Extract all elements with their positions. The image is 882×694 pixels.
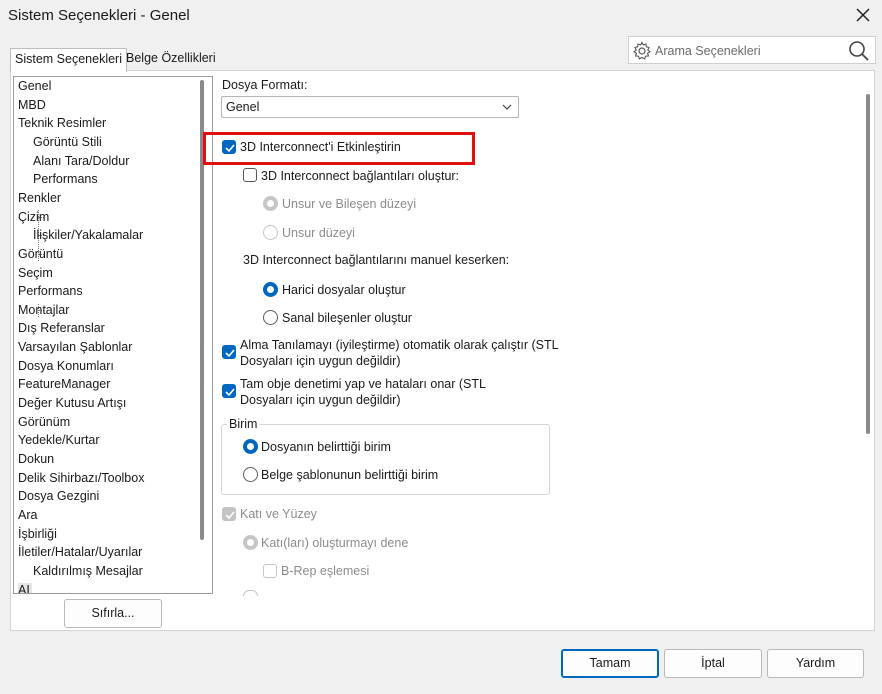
tree-item[interactable]: İletiler/Hatalar/Uyarılar <box>18 545 142 559</box>
try-solid-label: Katı(ları) oluşturmayı dene <box>261 536 409 550</box>
tree-item[interactable]: Görüntü Stili <box>33 135 102 149</box>
options-tree[interactable]: Genel MBD Teknik Resimler Görüntü Stili Alan… <box>13 76 213 594</box>
tree-item[interactable]: Seçim <box>18 266 53 280</box>
tree-item[interactable]: Kaldırılmış Mesajlar <box>33 564 143 578</box>
manual-break-label: 3D Interconnect bağlantılarını manuel ke… <box>243 253 510 267</box>
tree-item[interactable]: Görüntü <box>18 247 63 261</box>
window-title: Sistem Seçenekleri - Genel <box>8 7 190 24</box>
unit-group <box>221 424 550 495</box>
auto-heal-label-line2[interactable]: Dosyaları için uygun değildir) <box>240 354 401 368</box>
tree-item[interactable]: FeatureManager <box>18 377 110 391</box>
options-scrollbar[interactable] <box>866 94 870 434</box>
help-button[interactable]: Yardım <box>767 649 864 678</box>
external-files-label[interactable]: Harici dosyalar oluştur <box>282 283 406 297</box>
tree-item[interactable]: Renkler <box>18 191 61 205</box>
tree-item[interactable]: Genel <box>18 79 51 93</box>
unit-template-label[interactable]: Belge şablonunun belirttiği birim <box>261 468 438 482</box>
tree-item[interactable]: Teknik Resimler <box>18 116 106 130</box>
tab-document-properties[interactable]: Belge Özellikleri <box>122 48 220 70</box>
solid-surface-checkbox[interactable] <box>222 507 236 521</box>
gear-icon[interactable] <box>632 41 651 60</box>
tree-item[interactable]: Görünüm <box>18 415 70 429</box>
try-solid-radio[interactable] <box>243 535 258 550</box>
create-links-label[interactable]: 3D Interconnect bağlantıları oluştur: <box>261 169 459 183</box>
tree-item[interactable]: Performans <box>33 172 98 186</box>
tree-item[interactable]: Delik Sihirbazı/Toolbox <box>18 471 144 485</box>
virtual-components-radio[interactable] <box>263 310 278 325</box>
tree-item[interactable]: Alanı Tara/Doldur <box>33 154 129 168</box>
tree-item[interactable]: İlişkiler/Yakalamalar <box>33 228 143 242</box>
solid-surface-label: Katı ve Yüzey <box>240 507 317 521</box>
auto-heal-label-line1[interactable]: Alma Tanılamayı (iyileştirme) otomatik o… <box>240 338 559 352</box>
tree-item[interactable]: Çizim <box>18 210 49 224</box>
tree-item[interactable]: İşbirliği <box>18 527 57 541</box>
file-format-value: Genel <box>226 100 260 114</box>
cancel-button[interactable]: İptal <box>664 649 762 678</box>
tree-item[interactable]: Dosya Konumları <box>18 359 114 373</box>
full-check-label-line1[interactable]: Tam obje denetimi yap ve hataları onar (… <box>240 377 486 391</box>
tree-item[interactable]: Yedekle/Kurtar <box>18 433 100 447</box>
unit-file-label[interactable]: Dosyanın belirttiği birim <box>261 440 391 454</box>
file-format-label: Dosya Formatı: <box>222 78 308 92</box>
unsur-level-label: Unsur düzeyi <box>282 226 355 240</box>
tree-item[interactable]: Değer Kutusu Artışı <box>18 396 126 410</box>
feature-level-radio[interactable] <box>263 196 278 211</box>
unsur-level-radio[interactable] <box>263 225 278 240</box>
brep-label: B-Rep eşlemesi <box>281 564 370 578</box>
search-input[interactable]: Arama Seçenekleri <box>628 36 876 64</box>
tree-item[interactable]: Varsayılan Şablonlar <box>18 340 132 354</box>
external-files-radio[interactable] <box>263 282 278 297</box>
file-format-select[interactable]: Genel <box>221 96 519 118</box>
create-links-checkbox[interactable] <box>243 168 257 182</box>
tree-item[interactable]: Dosya Gezgini <box>18 489 99 503</box>
unit-template-radio[interactable] <box>243 467 258 482</box>
clipped-radio <box>243 590 258 596</box>
full-check-checkbox[interactable] <box>222 384 236 398</box>
unit-file-radio[interactable] <box>243 439 258 454</box>
feature-level-label: Unsur ve Bileşen düzeyi <box>282 197 417 211</box>
tree-item[interactable]: Dış Referanslar <box>18 321 105 335</box>
tree-item[interactable]: Dokun <box>18 452 54 466</box>
unit-group-label: Birim <box>227 417 260 431</box>
tab-system-options[interactable]: Sistem Seçenekleri <box>10 48 127 72</box>
tree-item[interactable]: Ara <box>18 508 37 522</box>
brep-checkbox[interactable] <box>263 564 277 578</box>
virtual-components-label[interactable]: Sanal bileşenler oluştur <box>282 311 412 325</box>
auto-heal-checkbox[interactable] <box>222 345 236 359</box>
search-icon[interactable] <box>848 40 870 62</box>
tree-item[interactable]: Performans <box>18 284 83 298</box>
ok-button[interactable]: Tamam <box>561 649 659 678</box>
tree-item[interactable]: MBD <box>18 98 46 112</box>
tree-item[interactable]: AI <box>18 582 32 593</box>
search-placeholder: Arama Seçenekleri <box>655 44 761 58</box>
chevron-down-icon <box>502 101 512 111</box>
close-icon[interactable] <box>852 4 874 26</box>
highlight-box <box>203 132 475 165</box>
reset-button[interactable]: Sıfırla... <box>64 599 162 628</box>
full-check-label-line2[interactable]: Dosyaları için uygun değildir) <box>240 393 401 407</box>
tree-item[interactable]: Montajlar <box>18 303 69 317</box>
